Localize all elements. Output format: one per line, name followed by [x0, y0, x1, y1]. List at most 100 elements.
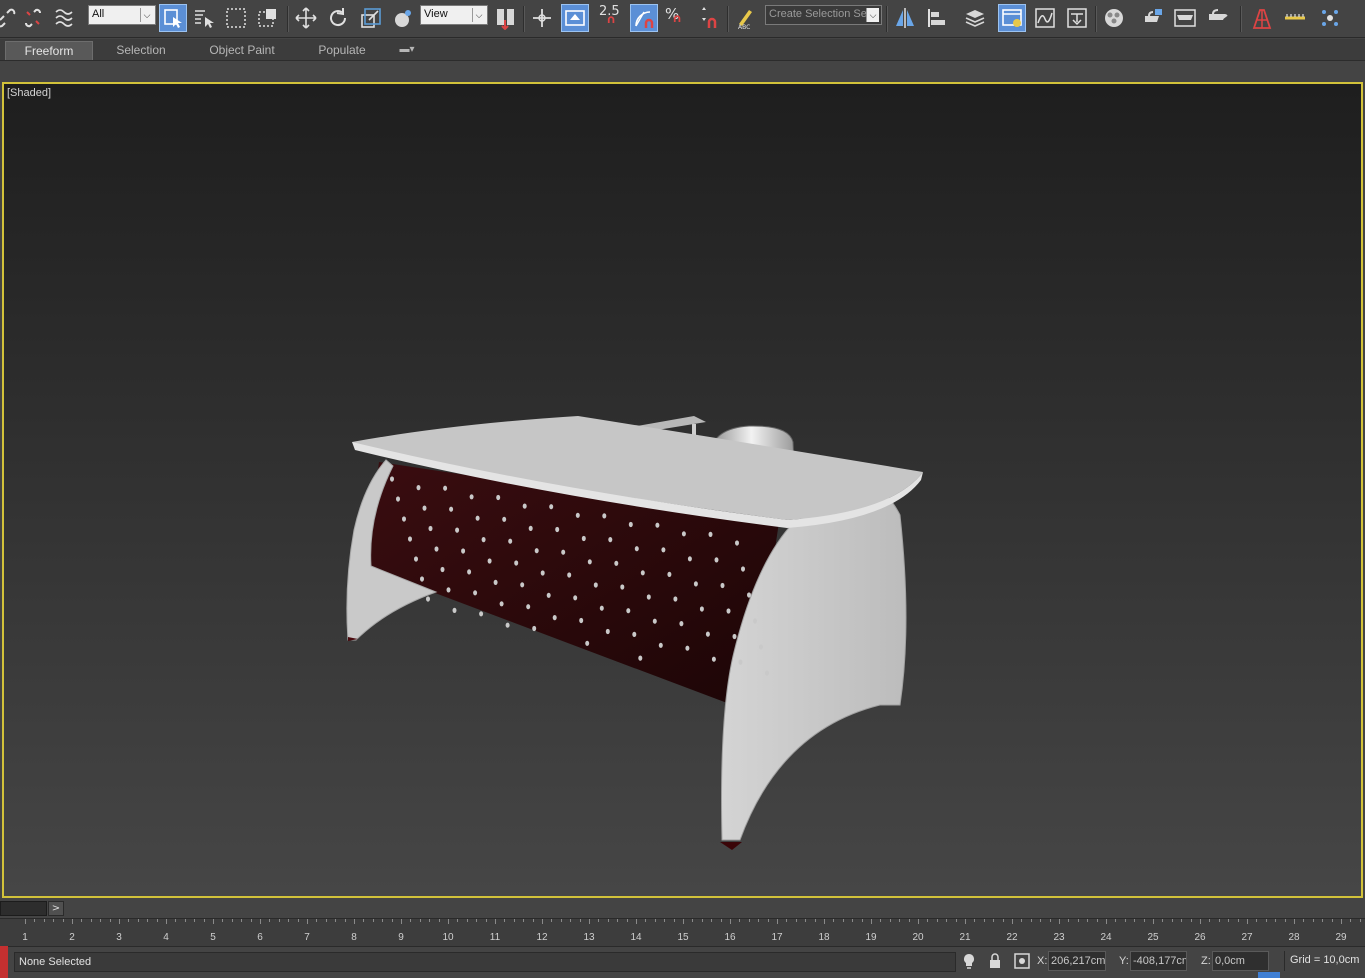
desk-model[interactable] [4, 84, 1363, 898]
maxscript-listener-indicator[interactable] [0, 946, 8, 978]
material-editor-icon[interactable] [1100, 4, 1128, 32]
x-coord-field[interactable]: 206,217cm [1048, 951, 1106, 971]
perforation-hole [416, 485, 421, 491]
status-accent [1258, 972, 1280, 978]
perforation-hole [440, 566, 445, 573]
window-crossing-icon[interactable] [254, 4, 282, 32]
tab-selection[interactable]: Selection [100, 41, 182, 60]
civil-view-icon[interactable] [1248, 4, 1276, 32]
named-selection-sets-dropdown[interactable]: Create Selection Se ⌵ [765, 5, 882, 25]
edit-named-selection-icon[interactable]: ABC [731, 4, 759, 32]
angle-snap-icon[interactable] [630, 4, 658, 32]
select-by-name-icon[interactable] [190, 4, 218, 32]
isolate-selection-icon[interactable] [960, 952, 978, 970]
scale-icon[interactable] [357, 4, 385, 32]
perforation-hole [455, 527, 460, 533]
perforation-hole [581, 535, 586, 542]
timeline-tick-label: 7 [304, 932, 310, 943]
unlink-icon[interactable] [19, 4, 47, 32]
render-setup-icon[interactable] [1139, 4, 1167, 32]
timeline-subtick [607, 919, 609, 922]
curve-editor-icon[interactable] [1031, 4, 1059, 32]
perforation-hole [520, 582, 525, 588]
percent-snap-icon[interactable]: % [662, 4, 690, 32]
rect-selection-region-icon[interactable] [222, 4, 250, 32]
timeline-subtick [1275, 919, 1277, 922]
timeline-tick-label: 20 [912, 932, 924, 943]
timeline-subtick [795, 919, 797, 922]
timeline-subtick [1002, 919, 1004, 922]
timeline-subtick [1077, 919, 1079, 922]
perforation-hole [634, 546, 639, 552]
time-slider[interactable] [0, 901, 47, 916]
timeline-tick [1200, 919, 1201, 924]
absolute-mode-icon[interactable] [1013, 952, 1031, 970]
perforation-hole [593, 582, 598, 588]
lock-selection-icon[interactable] [986, 952, 1004, 970]
selection-filter-dropdown[interactable]: All ⌵ [88, 5, 156, 25]
track-bar[interactable]: 1 2 3 4 5 6 7 8 9 10 11 12 13 14 15 16 17 18 19 20 21 22 23 24 2… [0, 918, 1365, 946]
timeline-subtick [34, 919, 36, 922]
timeline-tick [25, 919, 26, 924]
perforation-hole [390, 476, 394, 482]
mirror-icon[interactable] [891, 4, 919, 32]
ribbon-tabs: Freeform Selection Object Paint Populate… [0, 39, 1365, 61]
placement-icon[interactable] [389, 4, 417, 32]
perforation-hole [579, 617, 584, 624]
toggle-scene-explorer-icon[interactable] [998, 4, 1026, 32]
move-icon[interactable] [292, 4, 320, 32]
render-production-icon[interactable] [1204, 4, 1232, 32]
align-icon[interactable] [923, 4, 951, 32]
perforation-hole [505, 622, 510, 628]
time-slider-bar: > [0, 900, 1365, 918]
perforation-hole [708, 531, 713, 537]
timeline-tick [166, 919, 167, 924]
timeline-subtick [560, 919, 562, 922]
y-coord-label: Y: [1119, 955, 1129, 967]
timeline-tick-label: 25 [1147, 932, 1159, 943]
spinner-snap-icon[interactable] [694, 4, 722, 32]
timeline-tick [777, 919, 778, 924]
timeline-subtick [974, 919, 976, 922]
tape-measure-icon[interactable] [1281, 4, 1309, 32]
layer-explorer-icon[interactable] [961, 4, 989, 32]
y-coord-field[interactable]: -408,177cm [1130, 951, 1187, 971]
z-coord-field[interactable]: 0,0cm [1212, 951, 1269, 971]
timeline-subtick [626, 919, 628, 922]
timeline-tick [1153, 919, 1154, 924]
next-frame-button[interactable]: > [48, 901, 64, 916]
manipulate-icon[interactable] [528, 4, 556, 32]
timeline-subtick [1030, 919, 1032, 922]
tab-freeform[interactable]: Freeform [5, 41, 93, 60]
perforation-hole [655, 522, 660, 528]
bind-spacewarp-icon[interactable] [51, 4, 79, 32]
timeline-subtick [269, 919, 271, 922]
link-icon[interactable] [0, 4, 20, 32]
snap-toggle-icon[interactable]: 2.5 [597, 4, 625, 32]
timeline-subtick [532, 919, 534, 922]
timeline-tick-label: 9 [398, 932, 404, 943]
perforation-hole [567, 572, 572, 578]
perforation-hole [632, 631, 637, 638]
grid-size-label: Grid = 10,0cm [1284, 951, 1364, 971]
rotate-icon[interactable] [324, 4, 352, 32]
ribbon-options-icon[interactable]: ▬▾ [392, 41, 422, 60]
keyboard-shortcut-override-icon[interactable] [561, 4, 589, 32]
rendered-frame-window-icon[interactable] [1171, 4, 1199, 32]
perforation-hole [759, 644, 763, 650]
timeline-subtick [1162, 919, 1164, 922]
use-pivot-icon[interactable] [492, 4, 520, 32]
schematic-view-icon[interactable] [1063, 4, 1091, 32]
perforation-hole [508, 538, 513, 544]
select-object-icon[interactable] [159, 4, 187, 32]
tab-object-paint[interactable]: Object Paint [196, 41, 288, 60]
timeline-subtick [654, 919, 656, 922]
particle-view-icon[interactable] [1316, 4, 1344, 32]
perforation-hole [679, 621, 684, 627]
tab-populate[interactable]: Populate [305, 41, 379, 60]
timeline-tick [260, 919, 261, 924]
timeline-tick [589, 919, 590, 924]
timeline-subtick [1322, 919, 1324, 922]
viewport-perspective[interactable]: [Shaded] [2, 82, 1363, 898]
reference-coord-dropdown[interactable]: View ⌵ [420, 5, 488, 25]
